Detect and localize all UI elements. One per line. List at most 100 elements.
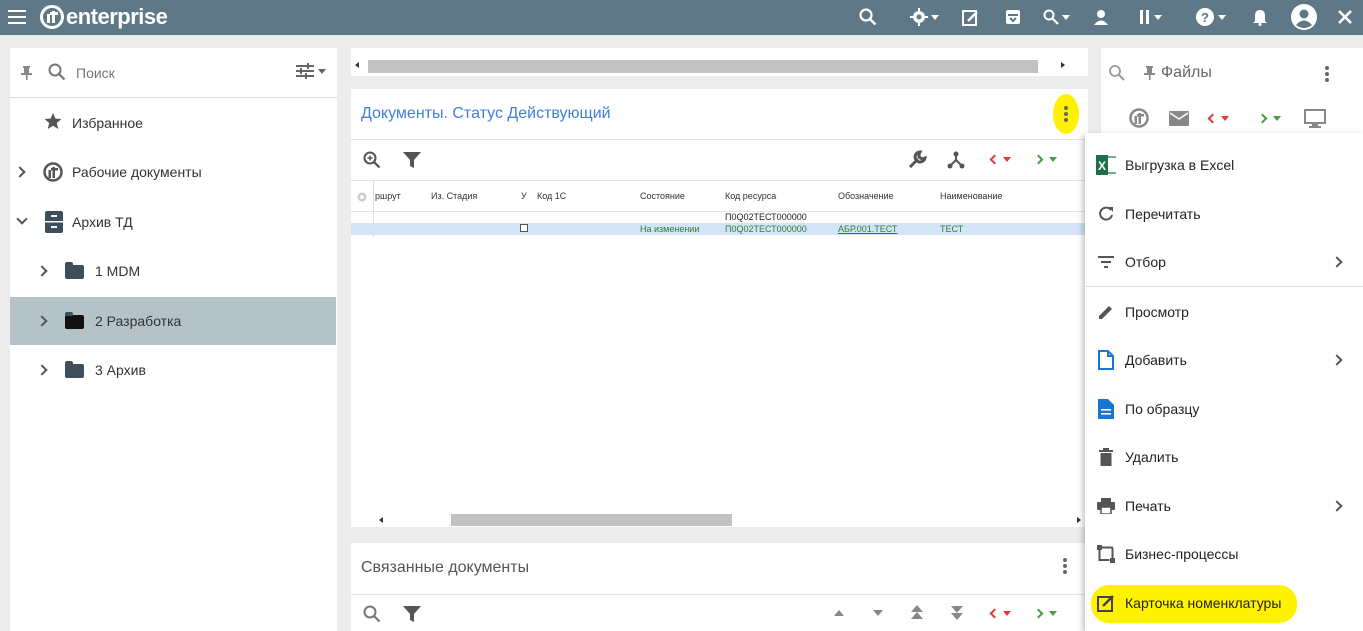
scroll-right-icon[interactable] xyxy=(1077,517,1081,523)
tree-item-3-archive[interactable]: 3 Архив xyxy=(10,346,336,394)
nav-next-button[interactable] xyxy=(1033,154,1057,165)
scroll-left-icon[interactable] xyxy=(355,62,359,68)
nav-next-button[interactable] xyxy=(1033,608,1057,619)
search-icon[interactable] xyxy=(1109,65,1125,86)
search-icon[interactable] xyxy=(363,605,381,628)
pause-icon[interactable] xyxy=(1130,4,1170,30)
help-icon[interactable]: ? xyxy=(1190,4,1230,30)
pin-icon[interactable] xyxy=(1143,65,1157,86)
grid-settings-icon[interactable] xyxy=(356,190,368,208)
column-header[interactable]: Код 1С xyxy=(537,191,566,201)
menu-item-export-excel[interactable]: X Выгрузка в Excel xyxy=(1086,141,1363,189)
tree-item-1-mdm[interactable]: 1 MDM xyxy=(10,247,336,295)
move-up-icon[interactable] xyxy=(834,610,844,616)
chevron-right-icon[interactable] xyxy=(36,265,48,277)
tree-item-work-documents[interactable]: Рабочие документы xyxy=(10,148,336,196)
menu-item-selection[interactable]: Отбор xyxy=(1086,238,1363,286)
logo-icon xyxy=(43,162,63,185)
nav-prev-button[interactable] xyxy=(1207,113,1229,124)
menu-item-print[interactable]: Печать xyxy=(1086,482,1363,530)
menu-item-nomenclature-card[interactable]: Карточка номенклатуры xyxy=(1086,579,1363,627)
row-checkbox[interactable] xyxy=(520,224,528,232)
search-icon[interactable] xyxy=(853,4,883,30)
tree-item-2-development[interactable]: 2 Разработка xyxy=(10,297,336,345)
panel-title: Связанные документы xyxy=(361,559,530,576)
archive-icon[interactable] xyxy=(998,4,1028,30)
bell-icon[interactable] xyxy=(1245,4,1275,30)
column-header[interactable]: ршрут xyxy=(375,191,401,201)
nav-prev-button[interactable] xyxy=(989,154,1011,165)
pin-icon[interactable] xyxy=(20,65,34,86)
filter-settings-icon[interactable] xyxy=(296,63,326,79)
chevron-right-icon[interactable] xyxy=(14,166,26,178)
column-header[interactable]: У xyxy=(521,191,527,201)
chevron-left-icon xyxy=(989,154,1000,165)
horizontal-scrollbar-thumb[interactable] xyxy=(368,60,1038,73)
menu-item-view[interactable]: Просмотр xyxy=(1086,288,1363,336)
filter-icon[interactable] xyxy=(403,606,421,628)
tree-item-archive-td[interactable]: Архив ТД xyxy=(10,198,336,246)
nav-prev-button[interactable] xyxy=(989,608,1011,619)
table-row[interactable]: На изменении П0Q02ТЕСТ000000 АБР.001.ТЕС… xyxy=(351,223,1088,235)
logo-icon[interactable] xyxy=(1129,108,1149,133)
menu-item-label: Удалить xyxy=(1125,449,1179,465)
search-icon[interactable] xyxy=(48,63,66,86)
tree-item-label: 3 Архив xyxy=(95,362,146,378)
column-header[interactable]: Из. Стадия xyxy=(431,191,477,201)
table-row[interactable]: П0Q02ТЕСТ000000 xyxy=(351,212,1088,223)
filter-icon[interactable] xyxy=(403,152,421,174)
panel-title: Файлы xyxy=(1161,64,1212,81)
menu-item-delete[interactable]: Удалить xyxy=(1086,433,1363,481)
chevron-down-icon[interactable] xyxy=(16,213,28,225)
tree-item-favorites[interactable]: Избранное xyxy=(10,99,336,147)
column-header[interactable]: Обозначение xyxy=(838,191,894,201)
folder-icon xyxy=(65,262,84,279)
printer-icon xyxy=(1096,496,1116,516)
menu-item-by-template[interactable]: По образцу xyxy=(1086,385,1363,433)
scroll-left-icon[interactable] xyxy=(379,517,383,523)
menu-item-reload[interactable]: Перечитать xyxy=(1086,190,1363,238)
folder-icon xyxy=(65,312,84,329)
documents-panel: Документы. Статус Действующий ршрут Из. … xyxy=(351,89,1088,527)
svg-text:?: ? xyxy=(1201,10,1209,25)
wrench-icon[interactable] xyxy=(907,150,927,175)
edit-note-icon[interactable] xyxy=(955,4,985,30)
hierarchy-icon[interactable] xyxy=(947,151,965,174)
horizontal-scrollbar-thumb[interactable] xyxy=(451,514,732,526)
account-icon[interactable] xyxy=(1288,4,1320,30)
mail-icon[interactable] xyxy=(1169,111,1189,131)
chevron-right-icon[interactable] xyxy=(36,315,48,327)
column-header[interactable]: Код ресурса xyxy=(725,191,776,201)
logo-text: enterprise xyxy=(66,4,168,29)
nav-next-button[interactable] xyxy=(1257,113,1281,124)
search-dropdown-icon[interactable] xyxy=(1036,4,1076,30)
chevron-right-icon[interactable] xyxy=(36,364,48,376)
column-header[interactable]: Наименование xyxy=(940,191,1002,201)
desktop-settings-icon[interactable] xyxy=(1304,109,1326,134)
panel-title: Документы. Статус Действующий xyxy=(361,105,611,122)
more-menu-button[interactable] xyxy=(1053,94,1079,134)
move-top-icon[interactable] xyxy=(911,605,923,626)
excel-icon: X xyxy=(1096,155,1116,175)
gear-icon[interactable] xyxy=(904,4,944,30)
zoom-search-icon[interactable] xyxy=(363,151,381,174)
move-bottom-icon[interactable] xyxy=(951,605,963,626)
app-logo[interactable]: enterprise xyxy=(40,2,168,32)
scroll-right-icon[interactable] xyxy=(1061,62,1065,68)
menu-item-label: Печать xyxy=(1125,498,1171,514)
menu-item-label: Перечитать xyxy=(1125,206,1201,222)
filter-list-icon xyxy=(1096,252,1116,272)
search-input[interactable] xyxy=(76,62,276,84)
more-vert-icon[interactable] xyxy=(1063,558,1067,574)
cell-designation[interactable]: АБР.001.ТЕСТ xyxy=(838,224,897,234)
close-icon[interactable] xyxy=(1330,4,1360,30)
move-down-icon[interactable] xyxy=(873,610,883,616)
edit-card-icon xyxy=(1096,593,1116,613)
menu-item-add[interactable]: Добавить xyxy=(1086,336,1363,384)
user-icon[interactable] xyxy=(1086,4,1116,30)
column-header[interactable]: Состояние xyxy=(640,191,685,201)
logo-mark-icon xyxy=(40,5,64,29)
menu-item-business-processes[interactable]: Бизнес-процессы xyxy=(1086,530,1363,578)
menu-icon[interactable] xyxy=(2,4,32,30)
more-vert-icon[interactable] xyxy=(1325,66,1329,82)
